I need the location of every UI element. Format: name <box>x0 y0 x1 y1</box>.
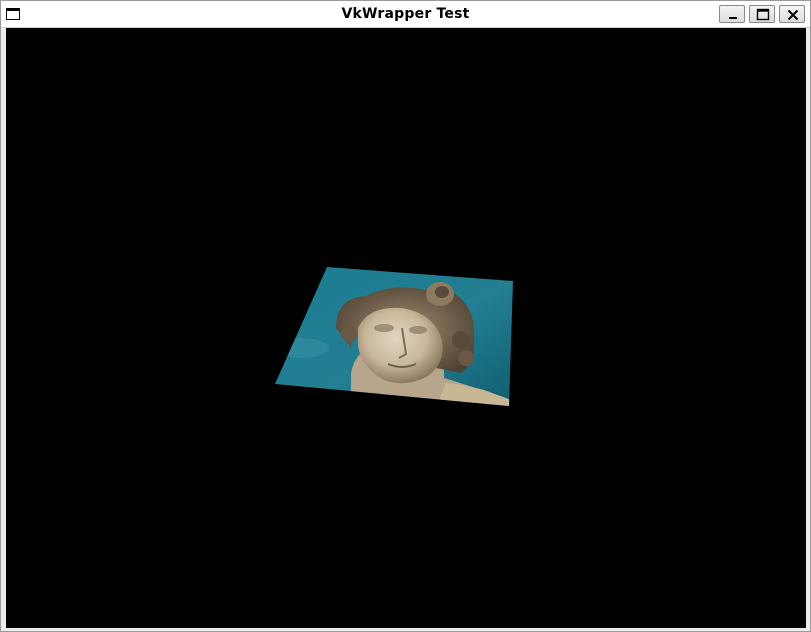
app-window: VkWrapper Test <box>0 0 811 632</box>
textured-quad <box>275 267 513 406</box>
maximize-button[interactable] <box>749 5 775 23</box>
minimize-button[interactable] <box>719 5 745 23</box>
close-button[interactable] <box>779 5 805 23</box>
render-viewport[interactable] <box>6 28 806 628</box>
window-title: VkWrapper Test <box>341 6 470 22</box>
scene-canvas <box>275 267 513 406</box>
maximize-icon <box>756 8 770 21</box>
close-icon <box>787 9 799 21</box>
title-bar[interactable]: VkWrapper Test <box>1 1 810 28</box>
minimize-icon <box>729 17 737 19</box>
